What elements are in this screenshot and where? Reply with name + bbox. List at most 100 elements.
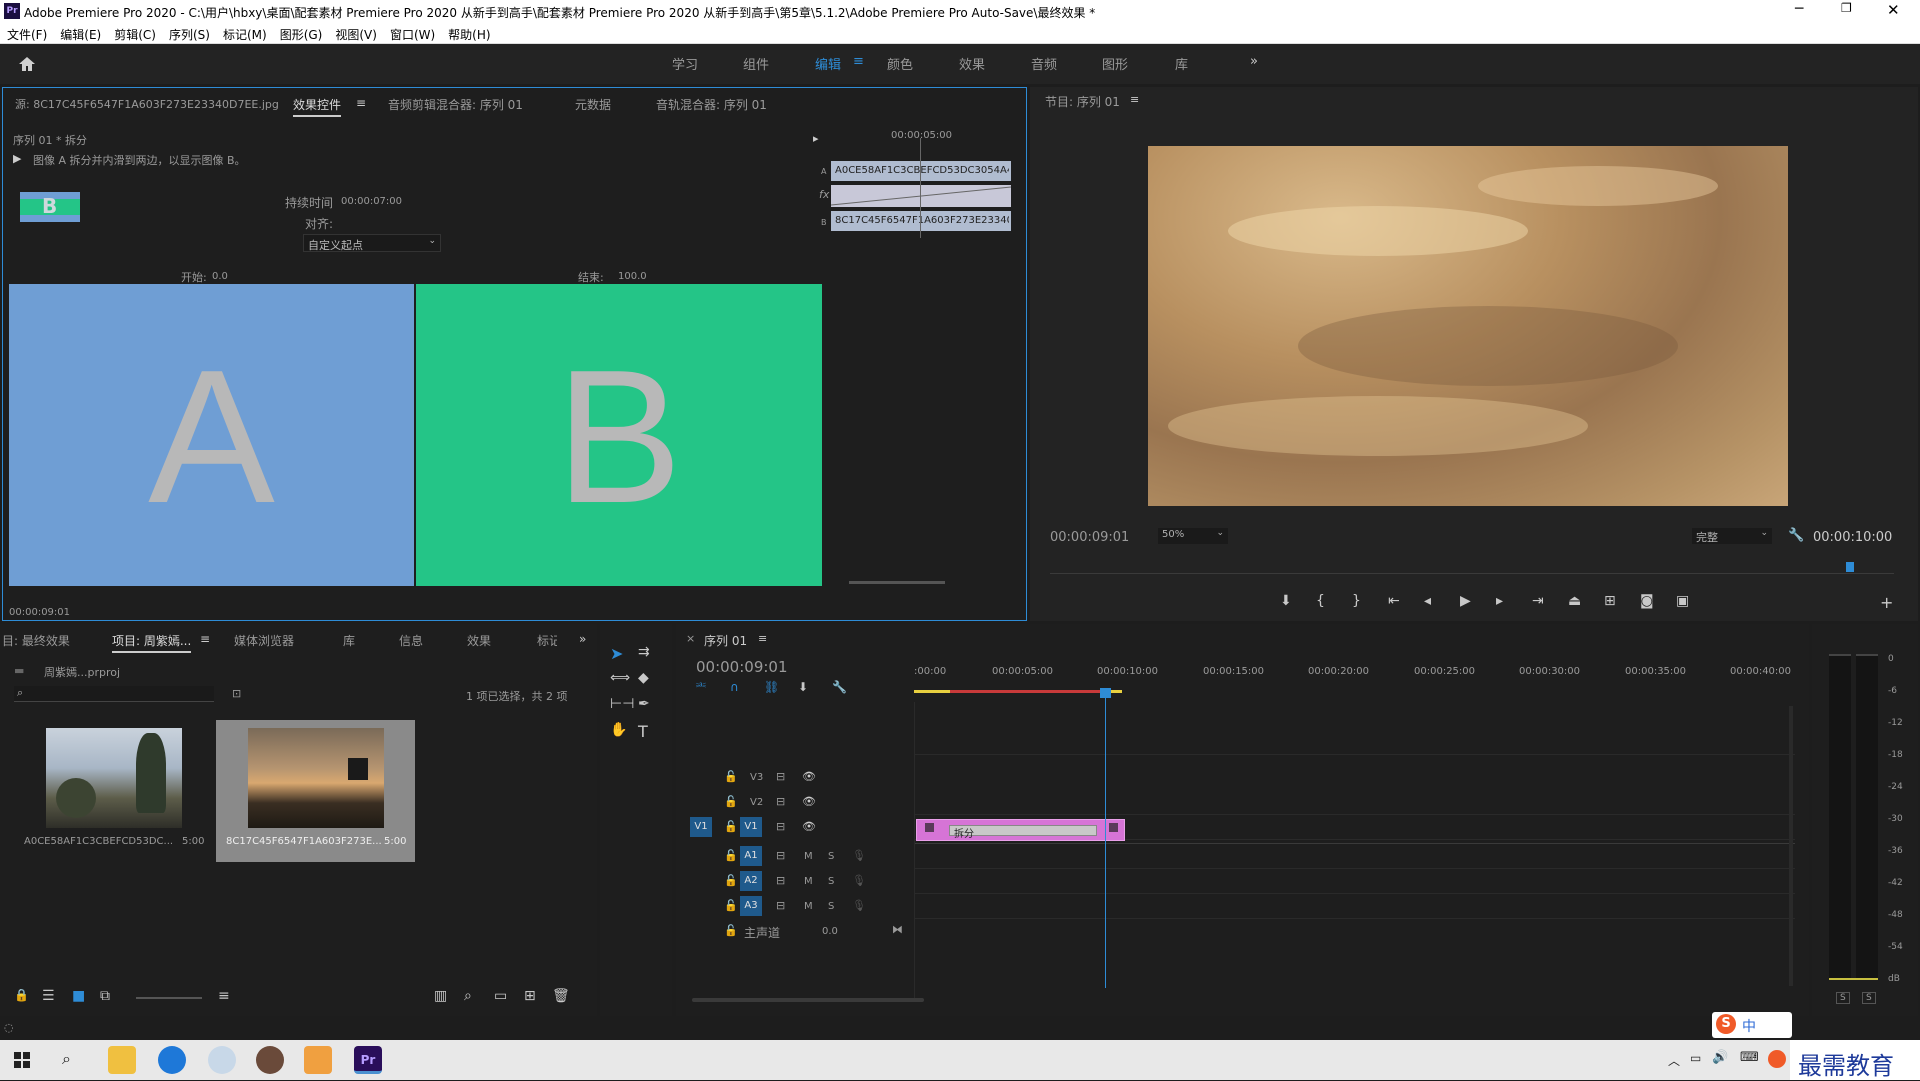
ripple-edit-tool-icon[interactable]: ⟺ — [610, 670, 630, 686]
menu-sequence[interactable]: 序列(S) — [162, 22, 216, 43]
timeline-tab[interactable]: 序列 01 — [704, 632, 747, 649]
track-label[interactable]: A1 — [740, 846, 762, 866]
menu-file[interactable]: 文件(F) — [0, 22, 53, 43]
track-area[interactable]: 拆分 — [914, 688, 1795, 1000]
preview-b[interactable]: B — [416, 284, 822, 586]
workspace-libraries[interactable]: 库 — [1175, 54, 1188, 73]
workspace-learning[interactable]: 学习 — [672, 54, 698, 73]
tab-source[interactable]: 源: 8C17C45F6547F1A603F273E23340D7EE.jpg — [15, 96, 279, 112]
edge-icon[interactable] — [158, 1046, 186, 1074]
tab-effect-controls[interactable]: 效果控件 — [293, 96, 342, 117]
track-label[interactable]: A3 — [740, 896, 762, 916]
timeline-playhead[interactable] — [1105, 688, 1106, 988]
app-icon[interactable] — [208, 1046, 236, 1074]
align-dropdown[interactable]: 自定义起点 ⌄ — [303, 234, 441, 252]
eye-icon[interactable]: 👁 — [802, 770, 816, 783]
icon-view-icon[interactable]: ■ — [72, 988, 85, 1004]
menu-clip[interactable]: 剪辑(C) — [107, 22, 162, 43]
new-bin-icon[interactable]: ▭ — [494, 988, 507, 1004]
windows-start-icon[interactable] — [14, 1052, 30, 1068]
transition-block[interactable]: 拆分 — [949, 825, 1097, 840]
type-tool-icon[interactable]: T — [638, 722, 648, 741]
add-marker-icon[interactable]: ⬇ — [1280, 593, 1292, 609]
end-value[interactable]: 100.0 — [618, 271, 647, 282]
sogou-tray-icon[interactable] — [1768, 1050, 1786, 1068]
add-marker-icon[interactable]: ⬇ — [798, 680, 808, 694]
freeform-view-icon[interactable]: ⧉ — [100, 988, 110, 1004]
tab-metadata[interactable]: 元数据 — [575, 96, 611, 113]
solo-button[interactable]: S — [828, 876, 834, 887]
sync-lock-icon[interactable]: ⊟ — [776, 820, 785, 833]
program-playhead[interactable] — [1846, 562, 1854, 572]
avatar-app-icon[interactable] — [256, 1046, 284, 1074]
workspace-menu-icon[interactable]: ≡ — [853, 54, 864, 69]
network-icon[interactable]: ▭ — [1690, 1051, 1701, 1065]
playhead-handle[interactable] — [1100, 688, 1111, 698]
mini-clip-b[interactable]: 8C17C45F6547F1A603F273E23340D — [831, 211, 1011, 231]
find-icon[interactable]: ⌕ — [464, 988, 472, 1004]
lock-icon[interactable]: 🔓 — [724, 795, 738, 808]
transition-thumbnail[interactable]: B — [20, 192, 80, 222]
linked-selection-icon[interactable]: ⛓ — [764, 680, 779, 694]
volume-icon[interactable]: 🔊 — [1712, 1050, 1728, 1065]
program-video-frame[interactable] — [1148, 146, 1788, 506]
sort-icon[interactable]: ≡ — [218, 988, 230, 1004]
timeline-clip[interactable]: 拆分 — [916, 819, 1125, 841]
tab-audio-clip-mixer[interactable]: 音频剪辑混合器: 序列 01 — [388, 96, 523, 113]
timeline-settings-icon[interactable]: 🔧 — [832, 680, 847, 694]
media-app-icon[interactable] — [304, 1046, 332, 1074]
solo-right-button[interactable]: S — [1862, 992, 1876, 1004]
menu-marker[interactable]: 标记(M) — [216, 22, 273, 43]
workspace-effects[interactable]: 效果 — [959, 54, 985, 73]
project-tab-menu-icon[interactable]: ≡ — [200, 632, 210, 646]
trash-icon[interactable]: 🗑 — [552, 988, 570, 1004]
zoom-slider[interactable] — [136, 997, 202, 999]
menu-graphics[interactable]: 图形(G) — [273, 22, 329, 43]
step-back-icon[interactable]: ◂ — [1424, 593, 1431, 609]
effect-controls-timecode[interactable]: 00:00:09:01 — [9, 607, 70, 618]
snap-icon[interactable]: ∩ — [730, 680, 739, 694]
ime-indicator[interactable]: S 中 — [1712, 1012, 1792, 1038]
tab-menu-icon[interactable]: ≡ — [356, 96, 366, 110]
eye-icon[interactable]: 👁 — [802, 820, 816, 833]
menu-help[interactable]: 帮助(H) — [441, 22, 496, 43]
project-item-selected[interactable]: 8C17C45F6547F1A603F273E... 5:00 — [216, 720, 415, 862]
tab-audio-track-mixer[interactable]: 音轨混合器: 序列 01 — [656, 96, 767, 113]
mini-transition[interactable] — [830, 185, 1012, 207]
mini-scrollbar[interactable] — [849, 581, 945, 584]
go-to-end-icon[interactable]: ⧓ — [892, 923, 903, 936]
project-item[interactable]: A0CE58AF1C3CBEFCD53DC... 5:00 — [14, 720, 214, 850]
minimize-icon[interactable]: ─ — [1795, 1, 1815, 17]
tray-chevron-icon[interactable]: ︿ — [1668, 1052, 1680, 1069]
automate-icon[interactable]: ▥ — [434, 988, 447, 1004]
lock-icon[interactable]: 🔓 — [724, 849, 738, 862]
comparison-view-icon[interactable]: ▣ — [1676, 593, 1689, 609]
lock-icon[interactable]: 🔓 — [724, 820, 738, 833]
lift-icon[interactable]: ⏏ — [1568, 593, 1581, 609]
extract-icon[interactable]: ⊞ — [1604, 593, 1616, 609]
play-icon[interactable]: ▶ — [1460, 593, 1471, 609]
workspace-editing[interactable]: 编辑 — [815, 54, 841, 73]
duration-value[interactable]: 00:00:07:00 — [341, 196, 402, 207]
go-to-out-icon[interactable]: ⇥ — [1532, 593, 1544, 609]
more-workspaces-icon[interactable]: » — [1250, 54, 1258, 69]
lock-icon[interactable]: 🔒 — [14, 988, 29, 1002]
play-preview-icon[interactable]: ▸ — [813, 132, 819, 145]
slip-tool-icon[interactable]: ⊢⊣ — [610, 696, 634, 712]
program-menu-icon[interactable]: ≡ — [1130, 93, 1139, 106]
tab-project-main[interactable]: 项目: 周紫嫣... — [112, 632, 192, 653]
menu-window[interactable]: 窗口(W) — [383, 22, 441, 43]
mini-clip-a[interactable]: A0CE58AF1C3CBEFCD53DC3054A4 — [831, 161, 1011, 181]
sync-lock-icon[interactable]: ⊟ — [776, 899, 785, 912]
project-search-input[interactable]: ⌕ — [14, 686, 214, 702]
program-timecode[interactable]: 00:00:09:01 — [1050, 530, 1129, 545]
microphone-icon[interactable]: 🎙 — [852, 874, 866, 887]
go-to-in-icon[interactable]: ⇤ — [1388, 593, 1400, 609]
mute-button[interactable]: M — [804, 901, 813, 912]
sync-lock-icon[interactable]: ⊟ — [776, 849, 785, 862]
track-label[interactable]: V3 — [750, 772, 763, 783]
solo-button[interactable]: S — [828, 901, 834, 912]
tab-libraries[interactable]: 库 — [343, 632, 355, 649]
master-volume[interactable]: 0.0 — [822, 926, 838, 937]
close-icon[interactable]: ✕ — [1887, 1, 1907, 19]
